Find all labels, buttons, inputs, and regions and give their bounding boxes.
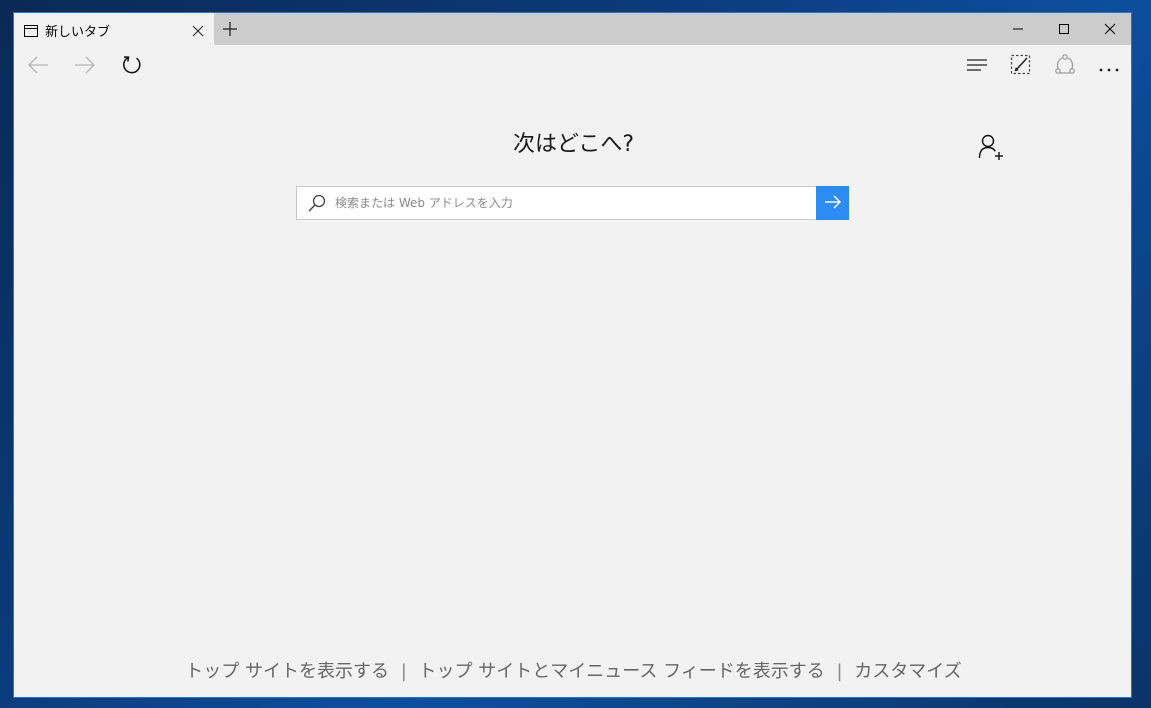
footer-separator: | — [400, 661, 407, 682]
search-box — [296, 186, 849, 220]
maximize-icon — [1058, 20, 1070, 39]
back-arrow-icon — [27, 56, 49, 78]
tab-new-tab[interactable]: 新しいタブ — [14, 13, 214, 45]
footer-links: トップ サイトを表示する | トップ サイトとマイニュース フィードを表示する … — [14, 657, 1133, 683]
tab-close-icon[interactable] — [191, 23, 205, 37]
forward-arrow-icon — [74, 56, 96, 78]
arrow-right-icon — [824, 194, 842, 213]
title-bar: 新しいタブ — [14, 13, 1131, 45]
page-heading: 次はどこへ? — [512, 132, 635, 157]
tab-title: 新しいタブ — [45, 25, 111, 40]
minimize-icon — [1012, 20, 1024, 39]
more-button[interactable] — [1097, 55, 1121, 79]
forward-button[interactable] — [73, 55, 97, 79]
refresh-icon — [121, 54, 143, 80]
maximize-button[interactable] — [1041, 13, 1087, 45]
hub-icon — [966, 57, 988, 77]
hub-button[interactable] — [965, 55, 989, 79]
search-input[interactable] — [335, 187, 805, 219]
minimize-button[interactable] — [995, 13, 1041, 45]
show-top-sites-link[interactable]: トップ サイトを表示する — [185, 661, 389, 682]
customize-link[interactable]: カスタマイズ — [854, 661, 961, 682]
web-note-icon — [1010, 54, 1032, 80]
search-icon — [307, 194, 327, 216]
back-button[interactable] — [26, 55, 50, 79]
navigation-bar — [14, 45, 1131, 89]
browser-window: 新しいタブ 次はどこへ? 検索または Web アドレスを入力 トップ サイトを表… — [13, 12, 1132, 698]
share-button[interactable] — [1053, 54, 1077, 80]
web-note-button[interactable] — [1009, 54, 1033, 80]
footer-separator: | — [836, 661, 843, 682]
new-tab-plus-icon[interactable] — [222, 21, 238, 37]
search-go-button[interactable] — [816, 186, 849, 220]
close-window-button[interactable] — [1087, 13, 1133, 45]
tab-page-icon — [24, 22, 38, 41]
refresh-button[interactable] — [120, 55, 144, 79]
add-person-icon[interactable] — [978, 133, 1006, 161]
more-icon — [1098, 58, 1120, 77]
share-icon — [1054, 54, 1076, 80]
close-icon — [1104, 20, 1116, 39]
show-top-sites-and-news-link[interactable]: トップ サイトとマイニュース フィードを表示する — [419, 661, 825, 682]
